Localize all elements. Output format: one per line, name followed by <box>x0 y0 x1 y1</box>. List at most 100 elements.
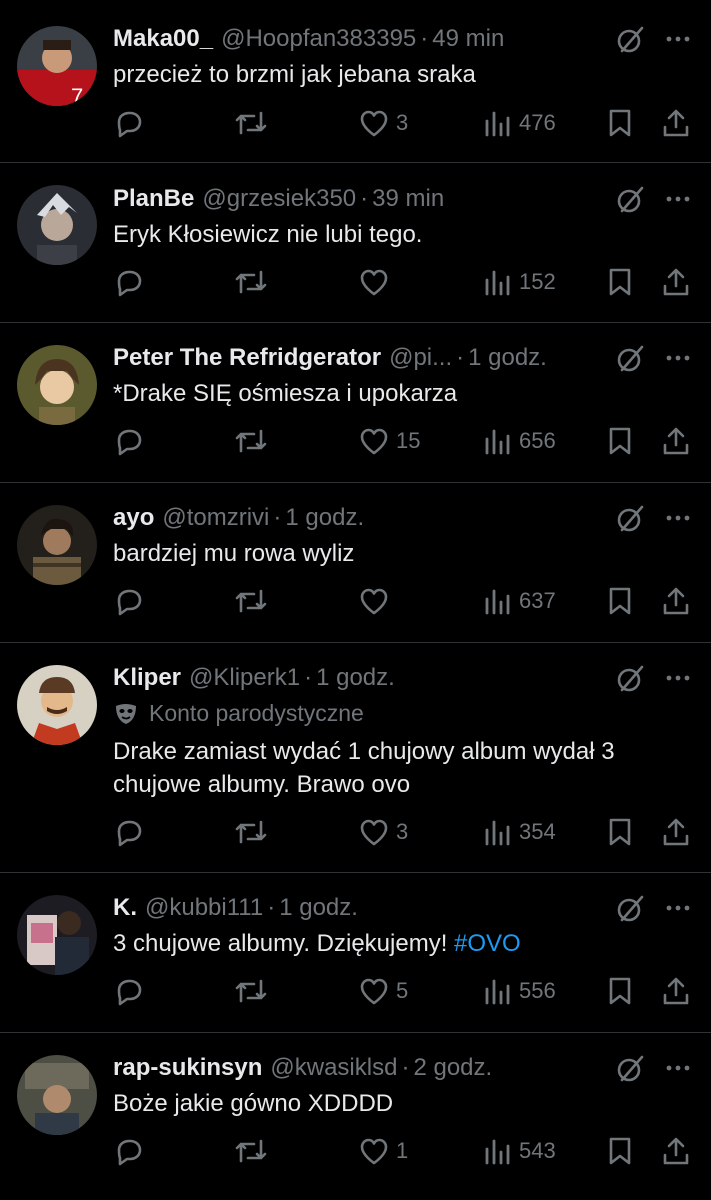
tweet-text: Boże jakie gówno XDDDD <box>113 1090 394 1117</box>
avatar[interactable] <box>17 895 97 975</box>
reply-button[interactable] <box>113 103 145 143</box>
tweet[interactable]: Peter The Refridgerator @pi... · 1 godz.… <box>0 323 711 483</box>
reply-button[interactable] <box>113 581 145 621</box>
grok-icon[interactable] <box>614 1051 648 1085</box>
tweet[interactable]: Kliper @Kliperk1 · 1 godz. Konto parodys… <box>0 643 711 873</box>
author-name[interactable]: Maka00_ <box>113 22 213 56</box>
timestamp[interactable]: 1 godz. <box>285 501 364 535</box>
views-button[interactable]: 476 <box>483 103 556 143</box>
share-button[interactable] <box>660 581 692 621</box>
avatar[interactable] <box>17 345 97 425</box>
views-button[interactable]: 152 <box>483 262 556 302</box>
timestamp[interactable]: 1 godz. <box>316 661 395 695</box>
timestamp[interactable]: 1 godz. <box>468 341 547 375</box>
bookmark-button[interactable] <box>605 971 635 1011</box>
hashtag-link[interactable]: #OVO <box>454 930 521 957</box>
bookmark-button[interactable] <box>605 812 635 852</box>
bookmark-button[interactable] <box>605 581 635 621</box>
author-handle[interactable]: @kubbi111 <box>145 891 263 925</box>
reply-button[interactable] <box>113 812 145 852</box>
author-handle[interactable]: @Hoopfan383395 <box>221 22 416 56</box>
tweet-text: Eryk Kłosiewicz nie lubi tego. <box>113 221 423 248</box>
bookmark-button[interactable] <box>605 1131 635 1171</box>
tweet[interactable]: K. @kubbi111 · 1 godz. 3 chujowe albumy.… <box>0 873 711 1033</box>
author-handle[interactable]: @tomzrivi <box>162 501 269 535</box>
grok-icon[interactable] <box>614 341 648 375</box>
more-icon[interactable] <box>660 661 696 695</box>
retweet-button[interactable] <box>233 103 269 143</box>
retweet-button[interactable] <box>233 581 269 621</box>
author-handle[interactable]: @pi... <box>389 341 452 375</box>
retweet-button[interactable] <box>233 971 269 1011</box>
share-button[interactable] <box>660 971 692 1011</box>
like-button[interactable]: 15 <box>358 421 420 461</box>
timestamp[interactable]: 2 godz. <box>413 1051 492 1085</box>
share-button[interactable] <box>660 812 692 852</box>
author-name[interactable]: rap-sukinsyn <box>113 1051 262 1085</box>
author-handle[interactable]: @kwasiklsd <box>270 1051 397 1085</box>
author-handle[interactable]: @grzesiek350 <box>202 182 356 216</box>
like-button[interactable]: 3 <box>358 812 408 852</box>
author-handle[interactable]: @Kliperk1 <box>189 661 300 695</box>
reply-button[interactable] <box>113 421 145 461</box>
more-icon[interactable] <box>660 22 696 56</box>
tweet[interactable]: ayo @tomzrivi · 1 godz. bardziej mu rowa… <box>0 483 711 643</box>
retweet-button[interactable] <box>233 421 269 461</box>
author-name[interactable]: Peter The Refridgerator <box>113 341 381 375</box>
grok-icon[interactable] <box>614 501 648 535</box>
grok-icon[interactable] <box>614 891 648 925</box>
avatar[interactable] <box>17 665 97 745</box>
grok-icon[interactable] <box>614 22 648 56</box>
timestamp[interactable]: 39 min <box>372 182 444 216</box>
views-button[interactable]: 543 <box>483 1131 556 1171</box>
timestamp[interactable]: 1 godz. <box>279 891 358 925</box>
reply-button[interactable] <box>113 262 145 302</box>
bookmark-button[interactable] <box>605 103 635 143</box>
like-button[interactable] <box>358 581 396 621</box>
views-button[interactable]: 354 <box>483 812 556 852</box>
views-icon <box>485 820 510 846</box>
more-icon[interactable] <box>660 891 696 925</box>
tweet-text: 3 chujowe albumy. Dziękujemy! #OVO <box>113 927 693 960</box>
avatar[interactable]: 7 <box>17 26 97 106</box>
retweet-button[interactable] <box>233 1131 269 1171</box>
tweet[interactable]: rap-sukinsyn @kwasiklsd · 2 godz. Boże j… <box>0 1033 711 1200</box>
timestamp[interactable]: 49 min <box>432 22 504 56</box>
reply-button[interactable] <box>113 971 145 1011</box>
avatar[interactable] <box>17 185 97 265</box>
like-button[interactable]: 5 <box>358 971 408 1011</box>
like-button[interactable]: 1 <box>358 1131 408 1171</box>
views-button[interactable]: 637 <box>483 581 556 621</box>
share-button[interactable] <box>660 262 692 302</box>
reply-icon <box>117 820 142 847</box>
share-button[interactable] <box>660 103 692 143</box>
tweet[interactable]: 7 Maka00_ @Hoopfan383395 · 49 min przeci… <box>0 0 711 163</box>
tweet-actions: 637 <box>0 581 711 621</box>
tweet[interactable]: PlanBe @grzesiek350 · 39 min Eryk Kłosie… <box>0 163 711 323</box>
grok-icon[interactable] <box>614 661 648 695</box>
views-button[interactable]: 656 <box>483 421 556 461</box>
share-button[interactable] <box>660 421 692 461</box>
share-button[interactable] <box>660 1131 692 1171</box>
bookmark-button[interactable] <box>605 421 635 461</box>
retweet-button[interactable] <box>233 812 269 852</box>
like-button[interactable] <box>358 262 396 302</box>
bookmark-icon <box>609 109 631 137</box>
author-name[interactable]: K. <box>113 891 137 925</box>
author-name[interactable]: ayo <box>113 501 154 535</box>
tweet-header: K. @kubbi111 · 1 godz. <box>113 891 358 925</box>
bookmark-button[interactable] <box>605 262 635 302</box>
avatar[interactable] <box>17 505 97 585</box>
retweet-button[interactable] <box>233 262 269 302</box>
views-button[interactable]: 556 <box>483 971 556 1011</box>
more-icon[interactable] <box>660 501 696 535</box>
reply-button[interactable] <box>113 1131 145 1171</box>
author-name[interactable]: Kliper <box>113 661 181 695</box>
author-name[interactable]: PlanBe <box>113 182 194 216</box>
more-icon[interactable] <box>660 1051 696 1085</box>
avatar[interactable] <box>17 1055 97 1135</box>
like-button[interactable]: 3 <box>358 103 408 143</box>
more-icon[interactable] <box>660 182 696 216</box>
grok-icon[interactable] <box>614 182 648 216</box>
more-icon[interactable] <box>660 341 696 375</box>
